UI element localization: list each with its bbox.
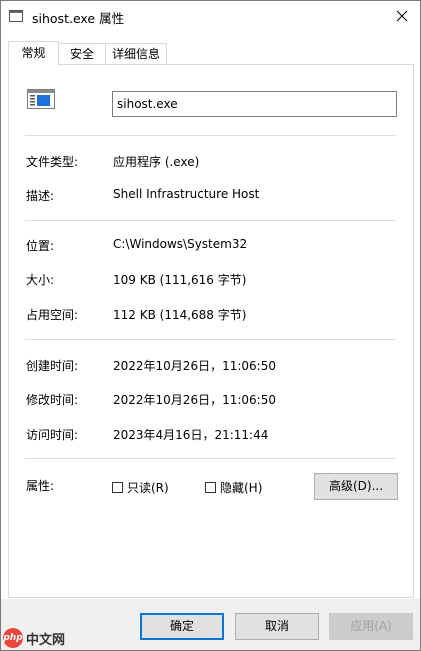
- hidden-checkbox-label: 隐藏(H): [220, 481, 263, 495]
- tab-details[interactable]: 详细信息: [105, 43, 167, 64]
- apply-button[interactable]: 应用(A): [329, 613, 413, 640]
- advanced-button[interactable]: 高级(D)...: [314, 473, 398, 500]
- attributes-label: 属性:: [26, 479, 55, 493]
- modified-value: 2022年10月26日，11:06:50: [113, 393, 276, 407]
- readonly-checkbox-box[interactable]: [112, 482, 123, 493]
- tab-general[interactable]: 常规: [8, 41, 59, 65]
- readonly-checkbox-label: 只读(R): [127, 481, 169, 495]
- exe-file-icon: [27, 89, 55, 109]
- size-on-disk-value: 112 KB (114,688 字节): [113, 308, 247, 322]
- separator: [25, 458, 396, 459]
- size-label: 大小:: [26, 273, 55, 287]
- cancel-button[interactable]: 取消: [235, 613, 319, 640]
- watermark: php 中文网: [3, 628, 65, 648]
- close-button[interactable]: [388, 3, 416, 29]
- created-value: 2022年10月26日，11:06:50: [113, 359, 276, 373]
- separator: [25, 339, 396, 340]
- location-value: C:\Windows\System32: [113, 237, 248, 251]
- location-label: 位置:: [26, 239, 55, 253]
- title-bar[interactable]: sihost.exe 属性: [1, 1, 420, 32]
- file-type-value: 应用程序 (.exe): [113, 155, 200, 169]
- window-app-icon: [9, 10, 23, 22]
- ok-button[interactable]: 确定: [140, 613, 224, 640]
- size-on-disk-label: 占用空间:: [26, 308, 79, 322]
- filename-field[interactable]: sihost.exe: [112, 91, 397, 117]
- close-icon: [396, 10, 408, 22]
- created-label: 创建时间:: [26, 359, 79, 373]
- general-panel: sihost.exe 文件类型: 应用程序 (.exe) 描述: Shell I…: [8, 64, 414, 598]
- description-label: 描述:: [26, 189, 55, 203]
- accessed-label: 访问时间:: [26, 428, 79, 442]
- properties-window: sihost.exe 属性 常规 安全 详细信息 sihost.exe 文件类型…: [0, 0, 421, 651]
- accessed-value: 2023年4月16日，21:11:44: [113, 428, 269, 442]
- separator: [25, 135, 396, 136]
- size-value: 109 KB (111,616 字节): [113, 273, 247, 287]
- separator: [25, 220, 396, 221]
- watermark-text: 中文网: [26, 632, 66, 648]
- file-type-label: 文件类型:: [26, 155, 79, 169]
- tab-security[interactable]: 安全: [57, 43, 107, 64]
- hidden-checkbox[interactable]: 隐藏(H): [205, 479, 262, 496]
- watermark-logo: php: [3, 628, 23, 648]
- window-title: sihost.exe 属性: [32, 11, 125, 26]
- hidden-checkbox-box[interactable]: [205, 482, 216, 493]
- readonly-checkbox[interactable]: 只读(R): [112, 479, 169, 496]
- description-value: Shell Infrastructure Host: [113, 187, 260, 201]
- modified-label: 修改时间:: [26, 393, 79, 407]
